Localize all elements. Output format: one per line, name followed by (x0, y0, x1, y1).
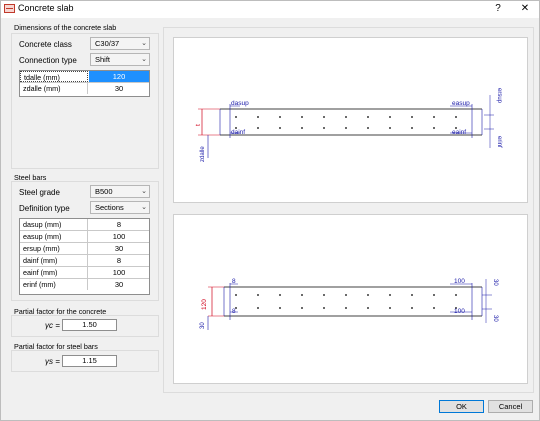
dasup-label: dasup (231, 100, 249, 107)
steel-grade-label: Steel grade (19, 188, 60, 197)
zdalle-value-cell[interactable]: 30 (89, 83, 149, 94)
value-cell[interactable]: 30 (89, 279, 149, 290)
dimensions-group-title: Dimensions of the concrete slab (14, 23, 117, 32)
row-label: dasup (mm) (20, 219, 88, 230)
table-row[interactable]: easup (mm) 100 (20, 231, 149, 243)
eainf-label: eainf (452, 129, 466, 136)
tdalle-value-cell[interactable]: 120 (89, 71, 149, 82)
table-row[interactable]: zdalle (mm) 30 (20, 83, 149, 95)
dimensions-table: tdalle (mm) 120 zdalle (mm) 30 (19, 70, 150, 97)
erinf-value-label: 30 (492, 315, 498, 322)
value-cell[interactable]: 30 (89, 243, 149, 254)
dainf-label: dainf (231, 129, 245, 136)
steel-grade-select[interactable]: B500 ⌄ (90, 185, 150, 198)
connection-type-label: Connection type (19, 56, 77, 65)
slab-diagram-symbols: dasup dainf easup eainf ersup erinf zdal… (173, 37, 528, 203)
dialog-window: Concrete slab ? ✕ Dimensions of the conc… (0, 0, 540, 421)
definition-type-label: Definition type (19, 204, 70, 213)
gamma-s-input[interactable]: 1.15 (62, 355, 117, 367)
chevron-down-icon: ⌄ (141, 188, 147, 195)
gamma-c-input[interactable]: 1.50 (62, 319, 117, 331)
row-label: dainf (mm) (20, 255, 88, 266)
ersup-label: ersup (496, 88, 502, 104)
value-cell[interactable]: 100 (89, 267, 149, 278)
table-row[interactable]: dainf (mm) 8 (20, 255, 149, 267)
slab-diagram-values: 8 8 100 100 30 30 30 120 (173, 214, 528, 384)
title-bar: Concrete slab ? ✕ (1, 1, 539, 18)
row-label: erinf (mm) (20, 279, 88, 290)
table-row[interactable]: eainf (mm) 100 (20, 267, 149, 279)
easup-label: easup (452, 100, 470, 107)
zdalle-label: zdalle (200, 146, 206, 162)
gamma-s-symbol: γs = (45, 357, 60, 366)
chevron-down-icon: ⌄ (141, 204, 147, 211)
table-row[interactable]: erinf (mm) 30 (20, 279, 149, 291)
row-label: ersup (mm) (20, 243, 88, 254)
table-row[interactable]: ersup (mm) 30 (20, 243, 149, 255)
connection-type-select[interactable]: Shift ⌄ (90, 53, 150, 66)
gamma-c-symbol: γc = (45, 321, 60, 330)
ersup-value-label: 30 (492, 279, 498, 286)
value-cell[interactable]: 8 (89, 219, 149, 230)
value-cell[interactable]: 8 (89, 255, 149, 266)
eainf-value-label: 100 (454, 308, 465, 315)
concrete-class-select[interactable]: C30/37 ⌄ (90, 37, 150, 50)
help-button[interactable]: ? (485, 1, 511, 18)
tdalle-label: t (195, 124, 202, 126)
zdalle-value-label: 30 (200, 322, 206, 329)
definition-type-select[interactable]: Sections ⌄ (90, 201, 150, 214)
table-row[interactable]: dasup (mm) 8 (20, 219, 149, 231)
steel-grade-value: B500 (95, 187, 113, 196)
value-cell[interactable]: 100 (89, 231, 149, 242)
tdalle-value-label: 120 (201, 299, 208, 310)
cancel-button[interactable]: Cancel (488, 400, 533, 413)
ok-button[interactable]: OK (439, 400, 484, 413)
connection-type-value: Shift (95, 55, 111, 64)
steel-bars-table: dasup (mm) 8 easup (mm) 100 ersup (mm) 3… (19, 218, 150, 295)
row-label: zdalle (mm) (20, 83, 88, 94)
definition-type-value: Sections (95, 203, 124, 212)
dainf-value-label: 8 (232, 308, 236, 315)
concrete-class-value: C30/37 (95, 39, 120, 48)
concrete-class-label: Concrete class (19, 40, 72, 49)
dasup-value-label: 8 (232, 278, 236, 285)
row-label: tdalle (mm) (20, 71, 88, 82)
table-row[interactable]: tdalle (mm) 120 (20, 71, 149, 83)
row-label: easup (mm) (20, 231, 88, 242)
close-button[interactable]: ✕ (512, 1, 538, 18)
erinf-label: erinf (496, 136, 502, 148)
chevron-down-icon: ⌄ (141, 56, 147, 63)
window-title: Concrete slab (18, 3, 74, 13)
row-label: eainf (mm) (20, 267, 88, 278)
easup-value-label: 100 (454, 278, 465, 285)
app-icon (4, 4, 15, 13)
chevron-down-icon: ⌄ (141, 40, 147, 47)
